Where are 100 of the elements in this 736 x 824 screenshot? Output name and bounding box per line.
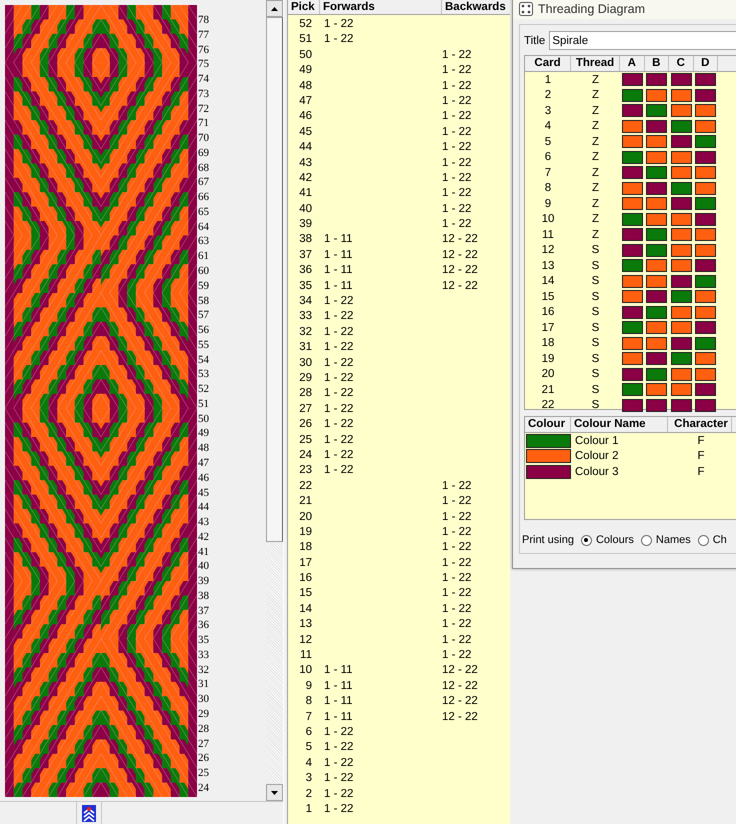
- row-number: 29: [198, 708, 209, 720]
- table-cell-text: 4: [304, 756, 312, 771]
- table-cell: 1 - 22: [324, 726, 354, 738]
- radio-button[interactable]: Colours: [580, 534, 634, 546]
- table-cell-text: 43: [298, 156, 312, 171]
- table-cell-text: 16: [540, 306, 556, 318]
- table-cell-text: 39: [298, 217, 312, 232]
- table-cell-text: 27: [298, 402, 312, 417]
- table-cell: 1 - 22: [442, 572, 472, 584]
- row-number: 60: [198, 265, 209, 278]
- table-cell-text: S: [590, 368, 600, 380]
- row-number: 59: [198, 280, 209, 292]
- column-header[interactable]: B: [644, 56, 669, 71]
- table-cell-text: S: [590, 352, 600, 365]
- table-cell-text: Z: [590, 136, 600, 148]
- row-number: 45: [198, 486, 209, 498]
- table-cell-text: 12: [540, 244, 556, 256]
- row-number: 42: [198, 530, 209, 543]
- table-cell-text: 38: [298, 232, 312, 248]
- table-cell-text: Z: [590, 182, 600, 194]
- table-cell-text: 5: [304, 740, 312, 756]
- row-number: 64: [198, 220, 209, 233]
- row-number: 67: [198, 176, 209, 188]
- row-number: 33: [198, 648, 209, 661]
- table-cell-text: 11: [541, 228, 555, 241]
- table-cell-text: 52: [298, 17, 312, 32]
- radio-button[interactable]: Names: [640, 534, 691, 546]
- table-cell-text: 47: [298, 94, 312, 109]
- scroll-down-button[interactable]: [266, 784, 283, 802]
- row-number: 24: [198, 782, 209, 794]
- column-header[interactable]: Pick: [288, 0, 320, 14]
- table-cell-text: S: [590, 337, 600, 350]
- down-arrow-icon: [271, 790, 278, 795]
- table-cell: 1 - 22: [324, 310, 354, 322]
- table-cell-text: 21: [298, 494, 312, 510]
- column-header[interactable]: Thread: [571, 56, 620, 71]
- table-cell-text: 45: [298, 124, 312, 140]
- title-field[interactable]: Spirale: [549, 31, 736, 50]
- table-cell: 1 - 22: [442, 480, 472, 492]
- table-cell-text: 14: [540, 275, 556, 288]
- table-cell: 1 - 22: [324, 402, 354, 415]
- table-cell-text: 49: [298, 63, 312, 78]
- row-number: 78: [198, 14, 209, 26]
- table-cell-text: 26: [298, 417, 312, 432]
- scroll-up-button[interactable]: [266, 0, 283, 17]
- row-number: 72: [198, 102, 209, 115]
- column-header[interactable]: Backwards: [442, 0, 510, 14]
- row-number: 35: [198, 634, 209, 646]
- row-number: 75: [198, 58, 209, 70]
- table-cell: 1 - 22: [442, 187, 472, 200]
- table-cell: 1 - 22: [442, 218, 472, 230]
- table-cell-text: 29: [298, 370, 312, 386]
- dice-icon: [519, 2, 533, 16]
- table-cell: 1 - 11: [324, 710, 353, 723]
- table-cell: 1 - 22: [324, 756, 354, 769]
- table-cell-text: 1: [304, 802, 312, 817]
- row-number: 53: [198, 368, 209, 380]
- column-header[interactable]: D: [694, 56, 718, 71]
- table-cell-text: 28: [298, 386, 312, 402]
- table-cell-text: 13: [298, 617, 312, 632]
- table-cell-text: 32: [298, 324, 312, 340]
- table-cell-text: 19: [540, 352, 556, 365]
- row-number: 55: [198, 338, 209, 351]
- table-cell-text: S: [590, 244, 600, 256]
- table-cell: 1 - 22: [442, 634, 472, 646]
- column-header[interactable]: C: [669, 56, 694, 71]
- table-cell-text: 5: [544, 136, 552, 148]
- row-number: 48: [198, 442, 209, 454]
- row-number: 70: [198, 132, 209, 144]
- row-number: 61: [198, 250, 209, 262]
- scroll-thumb[interactable]: [266, 17, 283, 542]
- table-cell: 1 - 22: [324, 418, 354, 430]
- table-cell: 1 - 22: [324, 387, 354, 400]
- column-header[interactable]: Forwards: [320, 0, 442, 14]
- print-using-label: Print using: [522, 534, 574, 546]
- table-cell: 12 - 22: [442, 248, 478, 261]
- column-header[interactable]: Colour Name: [571, 417, 668, 432]
- table-cell: 12 - 22: [442, 680, 478, 692]
- column-header[interactable]: Card: [525, 56, 571, 71]
- row-number: 52: [198, 383, 209, 396]
- table-cell-text: 19: [298, 524, 312, 540]
- column-header[interactable]: A: [620, 56, 644, 71]
- row-number: 44: [198, 501, 209, 514]
- table-cell-text: 41: [298, 186, 312, 202]
- row-number: 36: [198, 619, 209, 632]
- table-cell-text: 21: [540, 384, 556, 396]
- table-cell-text: 11: [299, 648, 312, 664]
- table-cell: 12 - 22: [442, 710, 478, 723]
- table-cell-text: S: [590, 306, 600, 318]
- table-cell: 1 - 22: [324, 326, 354, 338]
- up-arrow-icon: [271, 6, 278, 10]
- table-cell: 1 - 11: [324, 664, 353, 676]
- column-header[interactable]: Colour: [525, 417, 571, 432]
- table-cell-text: Z: [590, 89, 600, 102]
- table-cell-text: 20: [540, 368, 556, 380]
- radio-button[interactable]: Ch: [698, 534, 727, 546]
- table-cell-text: 23: [298, 463, 312, 478]
- column-header[interactable]: Character: [668, 417, 732, 432]
- table-cell: 12 - 22: [442, 664, 478, 676]
- table-cell-text: 14: [298, 602, 312, 617]
